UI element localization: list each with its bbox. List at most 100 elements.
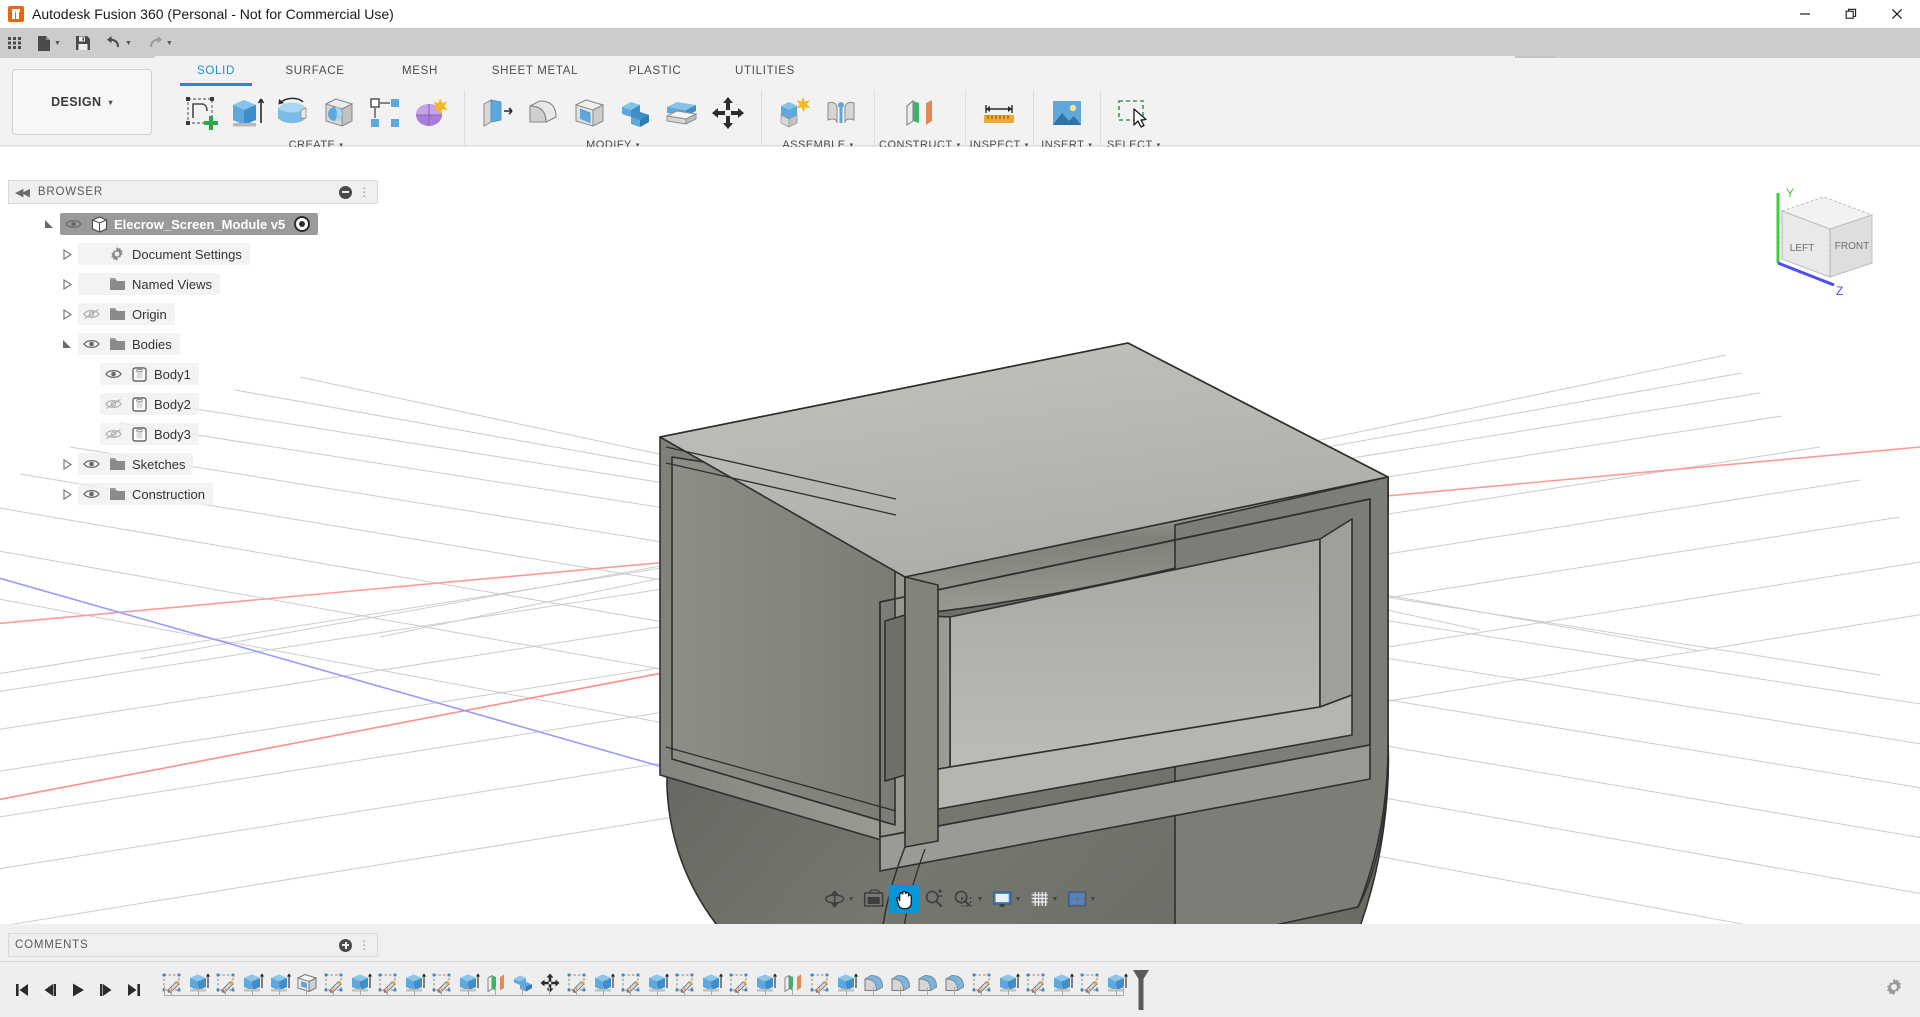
combine-tool[interactable] bbox=[613, 90, 659, 136]
go-to-beginning-button[interactable] bbox=[8, 973, 36, 1007]
sphere-tool[interactable] bbox=[316, 90, 362, 136]
tab-mesh[interactable]: MESH bbox=[370, 62, 470, 80]
panel-grip-icon[interactable]: ⋮ bbox=[358, 185, 371, 199]
look-at-button[interactable] bbox=[859, 885, 889, 913]
folder-icon bbox=[104, 307, 130, 321]
timeline-tick bbox=[1116, 987, 1117, 996]
tab-solid-label: SOLID bbox=[197, 65, 235, 77]
panel-divider bbox=[761, 90, 762, 152]
display-settings-button[interactable]: ▼ bbox=[988, 885, 1026, 913]
fillet-tool[interactable] bbox=[521, 90, 567, 136]
visibility-hidden-icon[interactable] bbox=[78, 308, 104, 320]
folder-icon bbox=[104, 337, 130, 351]
pan-button[interactable] bbox=[889, 885, 920, 913]
visibility-eye-icon[interactable] bbox=[100, 368, 126, 380]
tab-solid[interactable]: SOLID bbox=[172, 62, 260, 80]
expander-collapsed-icon[interactable] bbox=[56, 309, 78, 320]
split-face-tool[interactable] bbox=[659, 90, 705, 136]
tree-node-named-views[interactable]: Named Views bbox=[8, 269, 378, 299]
tab-utilities[interactable]: UTILITIES bbox=[710, 62, 820, 80]
fit-button[interactable]: ▼ bbox=[949, 885, 988, 913]
visibility-hidden-icon[interactable] bbox=[100, 398, 126, 410]
undo-button[interactable]: ▼ bbox=[98, 28, 139, 58]
tree-node-document-settings[interactable]: Document Settings bbox=[8, 239, 378, 269]
press-pull-tool[interactable] bbox=[475, 90, 521, 136]
tree-node-body1[interactable]: Body1 bbox=[8, 359, 378, 389]
step-forward-icon bbox=[98, 982, 114, 998]
grid-apps-icon bbox=[7, 35, 23, 51]
comments-panel[interactable]: COMMENTS ⋮ bbox=[8, 933, 378, 957]
redo-button[interactable]: ▼ bbox=[139, 28, 180, 58]
select-tool[interactable] bbox=[1111, 90, 1157, 136]
timeline-tick bbox=[765, 987, 766, 996]
visibility-eye-icon[interactable] bbox=[78, 458, 104, 470]
expander-collapsed-icon[interactable] bbox=[56, 279, 78, 290]
tree-node-origin[interactable]: Origin bbox=[8, 299, 378, 329]
measure-tool[interactable] bbox=[976, 90, 1022, 136]
workspace-switcher[interactable]: DESIGN ▾ bbox=[12, 69, 152, 135]
visibility-hidden-icon[interactable] bbox=[100, 428, 126, 440]
visibility-eye-icon[interactable] bbox=[78, 488, 104, 500]
zoom-window-icon bbox=[953, 889, 975, 909]
create-sketch-tool[interactable] bbox=[178, 90, 224, 136]
tab-surface-label: SURFACE bbox=[285, 65, 344, 77]
tab-plastic[interactable]: PLASTIC bbox=[600, 62, 710, 80]
browser-header[interactable]: ◀◀ BROWSER ⋮ bbox=[8, 180, 378, 204]
expander-collapsed-icon[interactable] bbox=[56, 459, 78, 470]
form-tool[interactable] bbox=[408, 90, 454, 136]
insert-canvas-tool[interactable] bbox=[1044, 90, 1090, 136]
minus-circle-icon[interactable] bbox=[339, 186, 352, 199]
timeline-tick bbox=[522, 987, 523, 996]
tab-sheet-metal[interactable]: SHEET METAL bbox=[470, 62, 600, 80]
expander-collapsed-icon[interactable] bbox=[56, 249, 78, 260]
go-to-end-button[interactable] bbox=[120, 973, 148, 1007]
plus-circle-icon[interactable] bbox=[339, 939, 352, 952]
expander-expanded-icon[interactable] bbox=[56, 339, 78, 350]
step-forward-button[interactable] bbox=[92, 973, 120, 1007]
tree-node-body2[interactable]: Body2 bbox=[8, 389, 378, 419]
tree-node-bodies[interactable]: Bodies bbox=[8, 329, 378, 359]
viewports-button[interactable]: ▼ bbox=[1062, 885, 1100, 913]
panel-grip-icon[interactable]: ⋮ bbox=[358, 938, 371, 952]
restore-button[interactable] bbox=[1828, 0, 1874, 28]
tree-node-construction[interactable]: Construction bbox=[8, 479, 378, 509]
timeline-tick bbox=[279, 987, 280, 996]
chevron-down-icon: ▼ bbox=[54, 40, 61, 47]
visibility-eye-icon[interactable] bbox=[60, 218, 86, 230]
tab-surface[interactable]: SURFACE bbox=[260, 62, 370, 80]
minimize-button[interactable] bbox=[1782, 0, 1828, 28]
view-navigation-bar: ▼ bbox=[820, 884, 1101, 914]
expander-collapsed-icon[interactable] bbox=[56, 489, 78, 500]
tree-node-sketches[interactable]: Sketches bbox=[8, 449, 378, 479]
move-copy-tool[interactable] bbox=[705, 90, 751, 136]
app-grid-button[interactable] bbox=[0, 28, 30, 58]
timeline-track[interactable] bbox=[158, 968, 1152, 1012]
close-button[interactable] bbox=[1874, 0, 1920, 28]
activate-component-radio[interactable] bbox=[294, 216, 310, 232]
pattern-tool[interactable] bbox=[362, 90, 408, 136]
tree-node-body3[interactable]: Body3 bbox=[8, 419, 378, 449]
new-component-tool[interactable] bbox=[772, 90, 818, 136]
construct-plane-tool[interactable] bbox=[897, 90, 943, 136]
orbit-button[interactable]: ▼ bbox=[820, 885, 859, 913]
zoom-button[interactable] bbox=[920, 885, 949, 913]
expander-expanded-icon[interactable] bbox=[38, 219, 60, 230]
timeline-settings-button[interactable] bbox=[1884, 977, 1920, 1002]
grid-snaps-button[interactable]: ▼ bbox=[1025, 885, 1062, 913]
tree-node-root[interactable]: Elecrow_Screen_Module v5 bbox=[8, 209, 378, 239]
redo-arrow-icon bbox=[146, 35, 164, 51]
view-cube[interactable]: LEFT FRONT Y Z bbox=[1768, 185, 1888, 305]
new-file-button[interactable]: ▼ bbox=[30, 28, 68, 58]
revolve-tool[interactable] bbox=[270, 90, 316, 136]
window-title-bar: Autodesk Fusion 360 (Personal - Not for … bbox=[0, 0, 1920, 28]
extrude-tool[interactable] bbox=[224, 90, 270, 136]
joint-tool[interactable] bbox=[818, 90, 864, 136]
play-button[interactable] bbox=[64, 973, 92, 1007]
step-back-button[interactable] bbox=[36, 973, 64, 1007]
timeline-end-marker[interactable] bbox=[1130, 968, 1152, 1010]
timeline-tick bbox=[738, 987, 739, 996]
visibility-eye-icon[interactable] bbox=[78, 338, 104, 350]
double-left-arrow-icon[interactable]: ◀◀ bbox=[15, 186, 28, 199]
shell-tool[interactable] bbox=[567, 90, 613, 136]
save-button[interactable] bbox=[68, 28, 98, 58]
